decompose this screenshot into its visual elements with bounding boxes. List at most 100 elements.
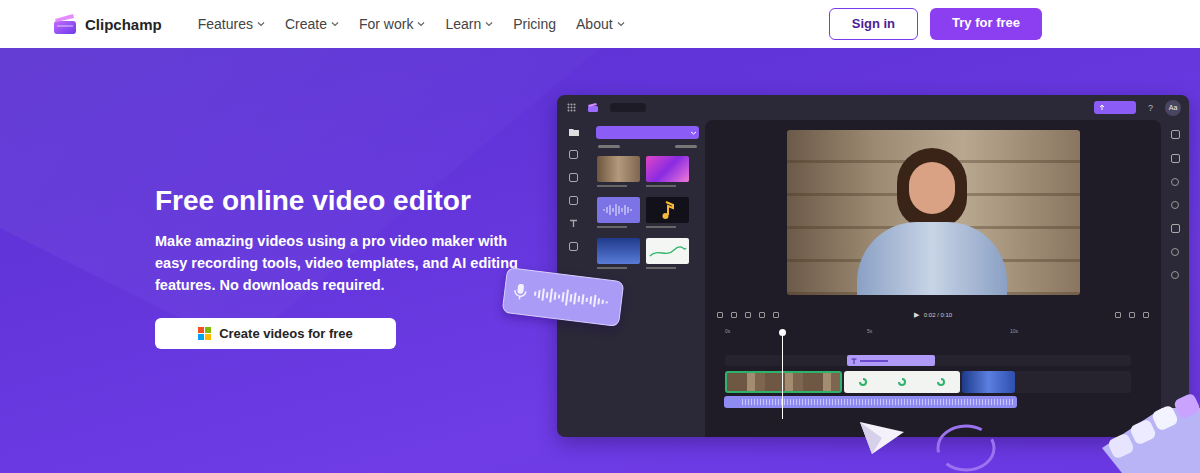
fade-icon[interactable] — [1171, 178, 1179, 186]
text-clip[interactable] — [847, 355, 935, 366]
zoom-in-icon[interactable] — [1115, 312, 1121, 318]
chart-icon — [858, 377, 868, 387]
export-button[interactable] — [1094, 101, 1136, 114]
timeline-tick: 10s — [1010, 328, 1018, 334]
delete-icon[interactable] — [773, 312, 779, 318]
timeline-tick: 0s — [725, 328, 730, 334]
chevron-down-icon — [331, 21, 339, 27]
export-icon — [1099, 105, 1105, 111]
redo-icon[interactable] — [745, 312, 751, 318]
media-item[interactable] — [597, 156, 640, 187]
create-videos-button[interactable]: Create videos for free — [155, 318, 396, 349]
zoom-out-icon[interactable] — [1129, 312, 1135, 318]
avatar[interactable]: Aa — [1165, 100, 1181, 116]
editor-mockup: ? Aa — [557, 95, 1189, 437]
help-button[interactable]: ? — [1148, 103, 1153, 113]
editor-main: ▶ 0:02 / 0:10 — [705, 120, 1161, 437]
media-item[interactable] — [646, 197, 689, 228]
folder-icon[interactable] — [569, 128, 579, 136]
keys-decoration — [1092, 388, 1200, 473]
playhead-handle[interactable] — [779, 329, 786, 336]
split-icon[interactable] — [759, 312, 765, 318]
timeline-tick: 5s — [867, 328, 872, 334]
editor-topbar: ? Aa — [557, 95, 1189, 120]
fit-icon[interactable] — [1143, 312, 1149, 318]
nav-item[interactable]: Features — [198, 16, 265, 32]
chevron-down-icon — [691, 131, 696, 135]
nav-item-label[interactable]: About — [576, 16, 613, 32]
playhead[interactable] — [782, 331, 783, 419]
chevron-down-icon — [617, 21, 625, 27]
playback-controls: ▶ 0:02 / 0:10 — [705, 305, 1161, 325]
text-icon[interactable] — [569, 219, 578, 228]
music-note-icon — [646, 197, 689, 223]
nav-item-label[interactable]: For work — [359, 16, 413, 32]
audio-icon[interactable] — [1171, 154, 1180, 163]
try-for-free-button[interactable]: Try for free — [930, 8, 1042, 40]
stock-icon[interactable] — [569, 196, 578, 205]
logo[interactable]: Clipchamp — [53, 13, 162, 35]
templates-icon[interactable] — [569, 173, 578, 182]
waveform-icon — [597, 197, 640, 223]
nav-item-label[interactable]: Learn — [445, 16, 481, 32]
paper-plane-icon — [858, 418, 908, 458]
time-readout: 0:02 / 0:10 — [924, 312, 952, 318]
editor-logo-icon — [588, 103, 598, 112]
clipchamp-logo-icon — [53, 13, 77, 35]
hero-subtitle: Make amazing videos using a pro video ma… — [155, 230, 540, 296]
tool-icon[interactable] — [717, 312, 723, 318]
hero-text: Free online video editor Make amazing vi… — [155, 48, 557, 473]
chevron-down-icon — [257, 21, 265, 27]
color-icon[interactable] — [1171, 248, 1179, 256]
squiggle-decoration — [930, 412, 1000, 473]
media-grid — [596, 156, 699, 269]
media-filters — [598, 145, 697, 148]
waveform-icon — [532, 283, 614, 313]
captions-icon[interactable] — [1171, 130, 1180, 139]
nav-menu: Features Create For work Learn Pricing About — [198, 16, 829, 32]
top-nav: Clipchamp Features Create For work Learn Pri… — [0, 0, 1200, 48]
nav-item[interactable]: Learn — [445, 16, 493, 32]
chart-line-icon — [646, 238, 689, 264]
chevron-down-icon — [485, 21, 493, 27]
import-media-button[interactable] — [596, 126, 699, 139]
chart-icon — [936, 377, 946, 387]
microphone-icon — [512, 283, 528, 301]
speed-icon[interactable] — [1171, 271, 1179, 279]
play-button[interactable]: ▶ — [914, 311, 919, 319]
effects-icon[interactable] — [1171, 224, 1180, 233]
logo-text[interactable]: Clipchamp — [85, 16, 162, 33]
video-clip[interactable] — [962, 371, 1015, 393]
timeline: 0s 5s 10s — [705, 325, 1161, 437]
video-clip[interactable] — [844, 371, 960, 393]
undo-icon[interactable] — [731, 312, 737, 318]
cta-label[interactable]: Create videos for free — [219, 326, 353, 341]
hero: Free online video editor Make amazing vi… — [0, 48, 1200, 473]
media-item[interactable] — [597, 238, 640, 269]
nav-actions: Sign in Try for free — [829, 8, 1042, 40]
nav-item[interactable]: Pricing — [513, 16, 556, 32]
windows-logo-icon — [198, 327, 211, 340]
media-item[interactable] — [646, 156, 689, 187]
preview-area — [705, 120, 1161, 305]
hero-title: Free online video editor — [155, 184, 557, 218]
nav-item-label[interactable]: Create — [285, 16, 327, 32]
nav-item-label[interactable]: Pricing — [513, 16, 556, 32]
record-icon[interactable] — [569, 150, 578, 159]
nav-item[interactable]: Create — [285, 16, 339, 32]
project-name-field[interactable] — [610, 103, 646, 112]
graphics-icon[interactable] — [569, 242, 578, 251]
video-clip[interactable] — [725, 371, 842, 393]
sign-in-button[interactable]: Sign in — [829, 8, 918, 40]
chart-icon — [897, 377, 907, 387]
filters-icon[interactable] — [1171, 201, 1179, 209]
right-rail — [1161, 120, 1189, 437]
audio-clip[interactable] — [724, 396, 1017, 408]
preview-video-frame — [787, 130, 1080, 295]
media-item[interactable] — [646, 238, 689, 269]
nav-item-label[interactable]: Features — [198, 16, 253, 32]
nav-item[interactable]: About — [576, 16, 625, 32]
media-item[interactable] — [597, 197, 640, 228]
app-grid-icon — [567, 103, 576, 112]
nav-item[interactable]: For work — [359, 16, 425, 32]
